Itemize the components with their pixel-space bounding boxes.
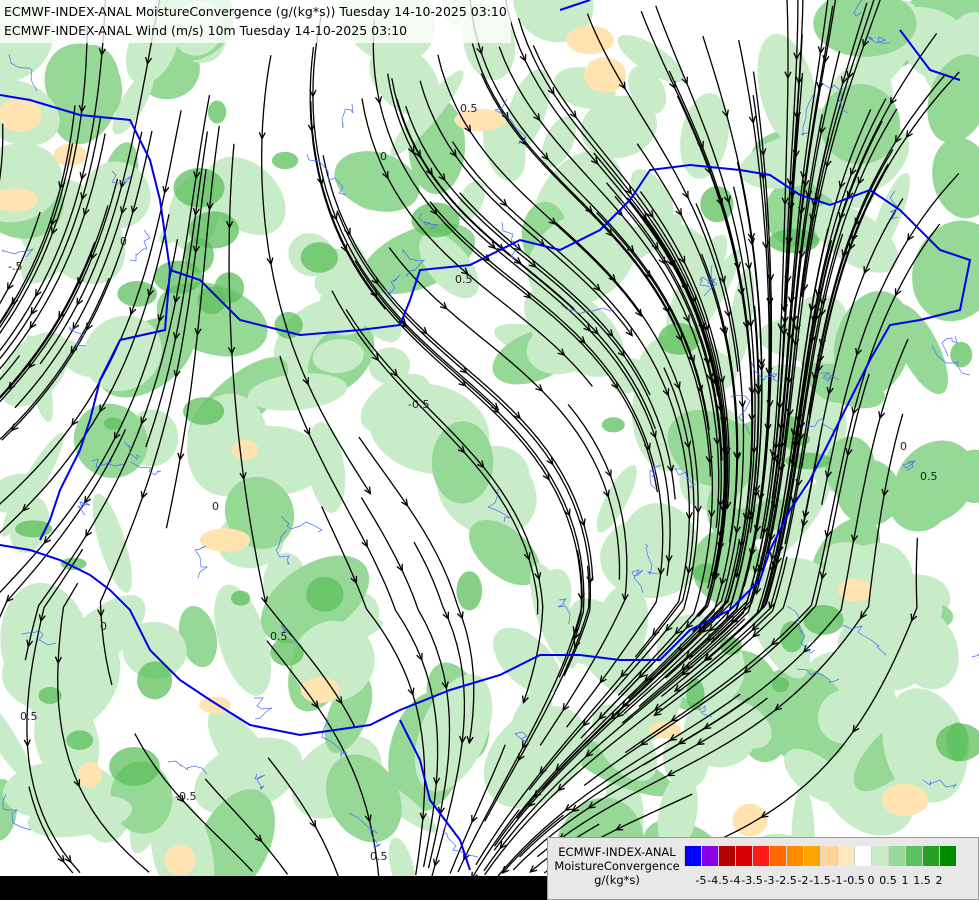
divergence-patch [77,762,103,788]
legend-tick-label: -5 [695,874,707,887]
legend-tick-label: -1.5 [809,874,831,887]
strong-convergence-patch [230,590,251,606]
strong-convergence-patch [207,100,227,124]
map-title: ECMWF-INDEX-ANAL MoistureConvergence (g/… [0,0,511,43]
strong-convergence-patch [300,242,338,273]
divergence-patch [231,439,259,461]
legend-swatch [820,846,837,866]
legend-tick-label: -3 [763,874,775,887]
legend-tick-label: 2 [935,874,943,887]
strong-convergence-patch [271,151,299,170]
strong-convergence-patch [946,722,969,762]
strong-convergence-patch [109,747,160,786]
contour-label: 0.5 [20,710,38,723]
legend-tick-label: 1 [901,874,909,887]
divergence-patch [164,844,196,876]
legend-tick-label: 1.5 [913,874,931,887]
contour-label: 0 [380,150,387,163]
strong-convergence-patch [601,417,625,433]
divergence-patch [584,57,626,93]
legend-swatch [905,846,922,866]
weather-map: 0.500.5-0.500.500.5-0.50.500.50-.5 [0,0,979,900]
contour-label: -0.5 [408,398,429,411]
contour-label: 0 [900,440,907,453]
legend-swatch [735,846,752,866]
contour-label: 0 [120,235,127,248]
legend-swatch [939,846,956,866]
legend-tick-label: -4 [729,874,741,887]
legend-swatch [752,846,769,866]
legend-swatch [854,846,871,866]
divergence-patch [881,783,929,817]
legend-tick-label: -3.5 [741,874,763,887]
contour-label: 0.5 [460,102,478,115]
contour-label: 0.5 [370,850,388,863]
strong-convergence-patch [15,520,53,538]
legend-tick-label: -0.5 [843,874,865,887]
legend-tick-label: -1 [831,874,843,887]
title-line-2: ECMWF-INDEX-ANAL Wind (m/s) 10m Tuesday … [4,23,408,38]
legend-unit: g/(kg*s) [594,873,640,887]
legend-swatch [837,846,854,866]
contour-label: -0.5 [175,790,196,803]
legend-tick-label: -2.5 [775,874,797,887]
legend-swatch [684,846,701,866]
legend-swatch [769,846,786,866]
legend-tick-label: -4.5 [707,874,729,887]
divergence-patch [199,528,251,552]
contour-label: -.5 [8,260,22,273]
divergence-patch [566,25,614,55]
legend-swatch [786,846,803,866]
legend-swatch [803,846,820,866]
legend-tick-label: 0 [867,874,875,887]
divergence-patch [732,803,768,837]
legend-parameter: MoistureConvergence [554,859,680,873]
divergence-patch [0,97,42,133]
legend-tick-label: -2 [797,874,809,887]
legend-swatch [871,846,888,866]
strong-convergence-patch [306,576,344,612]
contour-label: 0.5 [270,630,288,643]
color-legend: ECMWF-INDEX-ANAL MoistureConvergence g/(… [547,837,979,900]
legend-swatch [701,846,718,866]
strong-convergence-patch [456,571,483,611]
legend-tick-label: 0.5 [879,874,897,887]
legend-swatch [888,846,905,866]
strong-convergence-patch [66,730,94,751]
legend-swatch [922,846,939,866]
legend-swatch [718,846,735,866]
contour-label: 0 [212,500,219,513]
legend-swatches [684,846,956,866]
contour-label: 0 [100,620,107,633]
legend-title: ECMWF-INDEX-ANAL MoistureConvergence g/(… [552,845,682,887]
contour-label: 0.5 [920,470,938,483]
strong-convergence-patch [950,341,973,368]
contour-label: 0.5 [455,273,473,286]
title-line-1: ECMWF-INDEX-ANAL MoistureConvergence (g/… [4,4,507,19]
legend-model: ECMWF-INDEX-ANAL [558,845,676,859]
